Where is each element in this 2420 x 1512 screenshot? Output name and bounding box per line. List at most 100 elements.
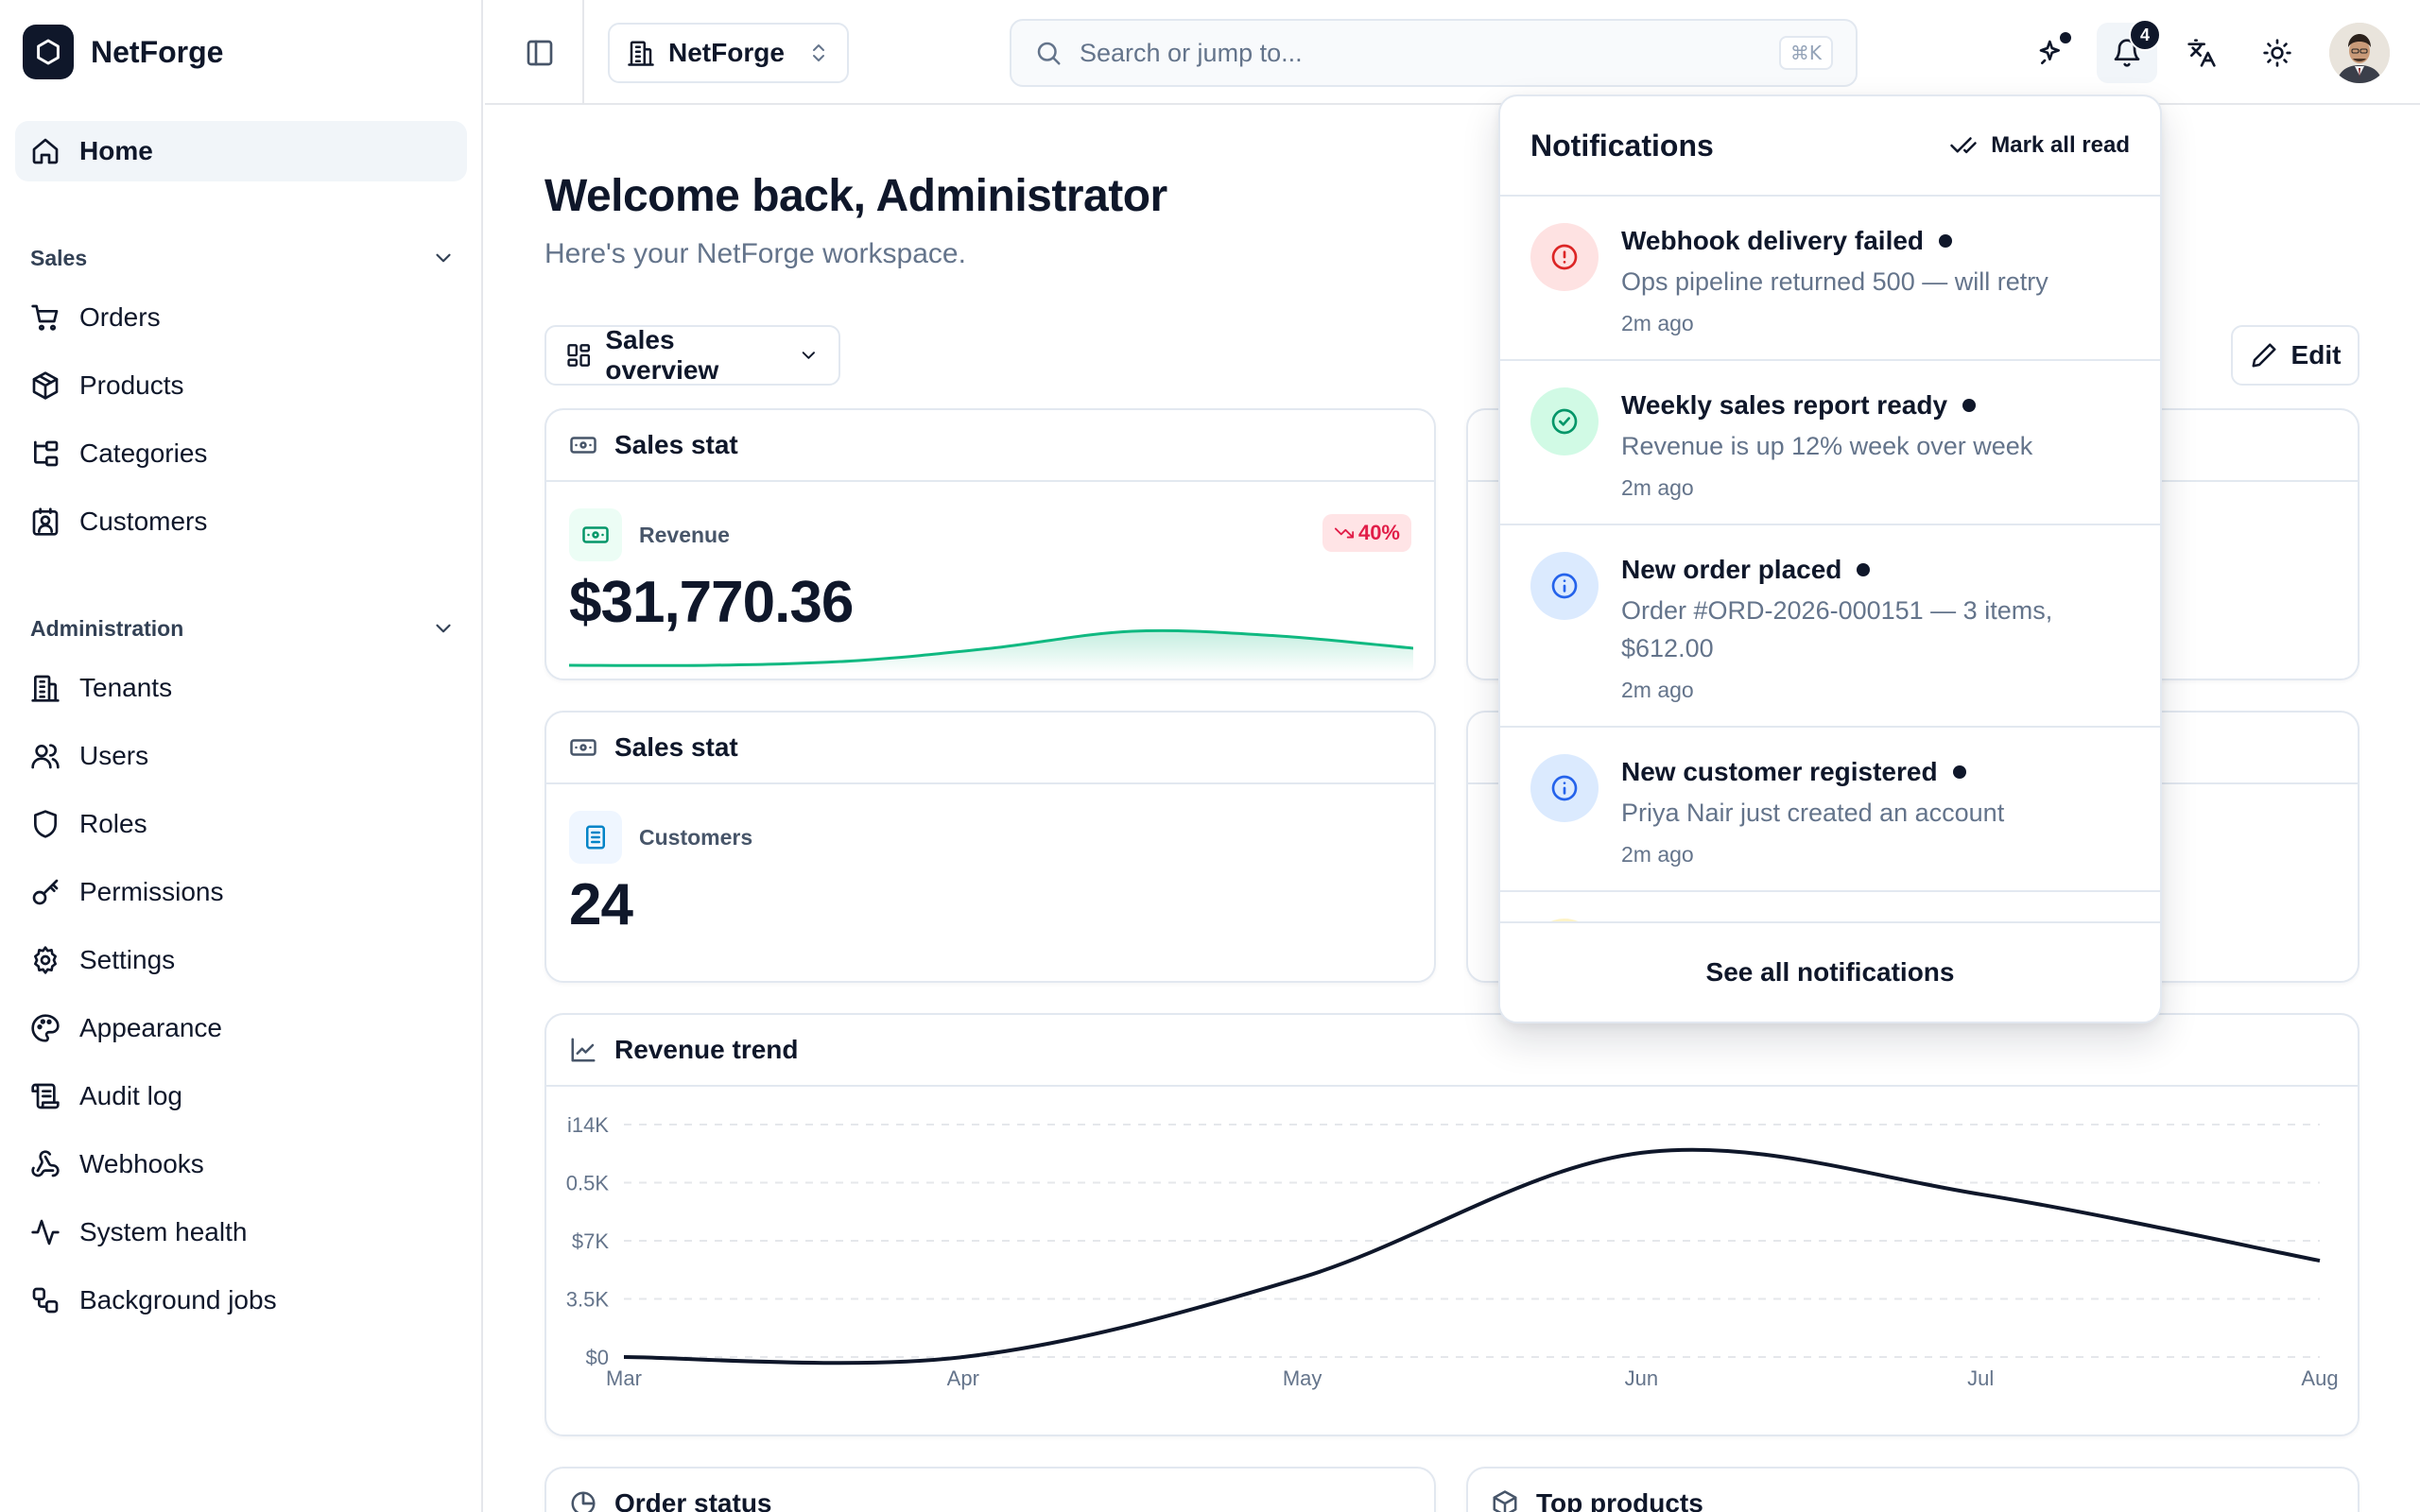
y-tick-label: $7K (572, 1229, 609, 1253)
notification-title: Weekly sales report ready (1621, 390, 1948, 420)
sidebar-item-label: Tenants (79, 673, 173, 702)
sidebar-item-audit-log[interactable]: Audit log (15, 1066, 467, 1126)
trend-badge: 40% (1322, 514, 1411, 552)
brand-logo-icon (23, 25, 74, 79)
notification-item[interactable]: New order placed Order #ORD-2026-000151 … (1500, 525, 2160, 728)
tenant-switcher[interactable]: NetForge (608, 23, 849, 83)
search-icon (1037, 42, 1061, 65)
notification-item[interactable]: New customer registered Priya Nair just … (1500, 728, 2160, 892)
card-header: Sales stat (546, 713, 1434, 784)
sidebar-item-system-health[interactable]: System health (15, 1202, 467, 1263)
sidebar-section-title: Administration (30, 615, 184, 641)
trending-down-icon (1334, 527, 1355, 539)
language-button[interactable] (2171, 23, 2232, 83)
banknote-icon (570, 739, 596, 756)
sidebar-section-sales[interactable]: Sales (30, 239, 456, 277)
sidebar-toggle-button[interactable] (525, 38, 555, 68)
notification-time: 2m ago (1621, 678, 1694, 702)
notification-time: 2m ago (1621, 842, 1694, 867)
sidebar-item-roles[interactable]: Roles (15, 794, 467, 854)
notification-title: New customer registered (1621, 757, 1938, 786)
notification-message: Priya Nair just created an account (1621, 799, 2005, 827)
notification-item[interactable]: Webhook delivery failed Ops pipeline ret… (1500, 197, 2160, 361)
sidebar-item-label: Settings (79, 945, 176, 974)
notifications-title: Notifications (1530, 128, 1714, 163)
y-tick-label: 3.5K (566, 1288, 610, 1312)
dashboard-selector[interactable]: Sales overview (544, 325, 840, 386)
sidebar-item-categories[interactable]: Categories (15, 423, 467, 484)
sidebar-item-users[interactable]: Users (15, 726, 467, 786)
stat-label-text: Customers (639, 824, 753, 850)
sidebar-item-orders[interactable]: Orders (15, 287, 467, 348)
webhook-icon (31, 1150, 60, 1177)
notification-time: 2m ago (1621, 475, 1694, 500)
sidebar-item-background-jobs[interactable]: Background jobs (15, 1270, 467, 1331)
mark-all-read-button[interactable]: Mark all read (1949, 131, 2130, 160)
unread-dot (1939, 234, 1953, 248)
revenue-trend-card: Revenue trend $0 3.5K $7K 0.5K i14K Mar Apr May… (544, 1013, 2360, 1436)
sidebar-item-products[interactable]: Products (15, 355, 467, 416)
ai-assistant-button[interactable] (2022, 23, 2083, 83)
page-title: Welcome back, Administrator (544, 171, 1167, 221)
sidebar-item-label: Orders (79, 302, 161, 332)
top-products-card: Top products (1466, 1467, 2360, 1512)
search-input[interactable]: Search or jump to... ⌘K (1010, 19, 1858, 87)
card-header: Sales stat (546, 410, 1434, 482)
notification-message: Revenue is up 12% week over week (1621, 432, 2033, 460)
sidebar-item-webhooks[interactable]: Webhooks (15, 1134, 467, 1194)
stat-label: Customers (569, 811, 752, 864)
sidebar-item-tenants[interactable]: Tenants (15, 658, 467, 718)
banknote-icon (569, 508, 622, 561)
sidebar-item-permissions[interactable]: Permissions (15, 862, 467, 922)
sidebar-item-label: Home (79, 136, 153, 165)
trend-value: 40% (1357, 521, 1400, 544)
home-icon (32, 138, 59, 164)
sidebar-item-appearance[interactable]: Appearance (15, 998, 467, 1058)
card-header: Top products (1468, 1469, 2358, 1512)
theme-toggle-button[interactable] (2247, 23, 2308, 83)
stat-label-text: Revenue (639, 522, 730, 547)
sidebar-item-customers[interactable]: Customers (15, 491, 467, 552)
sidebar-section-title: Sales (30, 245, 88, 270)
banknote-icon (570, 437, 596, 454)
page-subtitle: Here's your NetForge workspace. (544, 238, 966, 269)
notification-title: Webhook delivery failed (1621, 226, 1925, 255)
user-avatar[interactable] (2329, 23, 2390, 83)
x-tick-label: Apr (947, 1366, 979, 1390)
edit-dashboard-button[interactable]: Edit (2231, 325, 2360, 386)
workflow-icon (32, 1287, 59, 1314)
notifications-header: Notifications Mark all read (1500, 96, 2160, 197)
check-circle-icon (1530, 387, 1599, 455)
brand[interactable]: NetForge (23, 25, 223, 79)
card-title: Revenue trend (614, 1035, 799, 1064)
box-icon (32, 371, 59, 400)
x-tick-label: Aug (2301, 1366, 2338, 1390)
sidebar-item-home[interactable]: Home (15, 121, 467, 181)
sidebar-item-settings[interactable]: Settings (15, 930, 467, 990)
box-icon (1493, 1490, 1517, 1512)
notification-message: Ops pipeline returned 500 — will retry (1621, 267, 2048, 296)
notifications-button[interactable]: 4 (2097, 19, 2161, 83)
sidebar-item-label: System health (79, 1217, 248, 1246)
clipboard-list-icon (569, 811, 622, 864)
layout-dashboard-icon (567, 344, 591, 367)
notification-time: 2m ago (1621, 311, 1694, 335)
see-all-notifications-button[interactable]: See all notifications (1500, 921, 2160, 1022)
sidebar-section-administration[interactable]: Administration (30, 610, 456, 647)
info-icon (1530, 552, 1599, 620)
sidebar-item-label: Permissions (79, 877, 224, 906)
sidebar-item-label: Categories (79, 438, 208, 468)
chevrons-up-down-icon (813, 44, 824, 61)
notification-title: New order placed (1621, 555, 1842, 584)
x-tick-label: Jun (1625, 1366, 1658, 1390)
panel-left-icon (527, 40, 553, 66)
chevron-down-icon (436, 253, 451, 263)
x-tick-label: Mar (606, 1366, 642, 1390)
card-title: Sales stat (614, 430, 738, 459)
sidebar-item-label: Audit log (79, 1081, 182, 1110)
users-icon (31, 744, 60, 769)
notification-item[interactable]: Weekly sales report ready Revenue is up … (1500, 361, 2160, 525)
x-tick-label: May (1283, 1366, 1322, 1390)
activity-icon (31, 1219, 60, 1246)
card-title: Order status (614, 1488, 772, 1512)
